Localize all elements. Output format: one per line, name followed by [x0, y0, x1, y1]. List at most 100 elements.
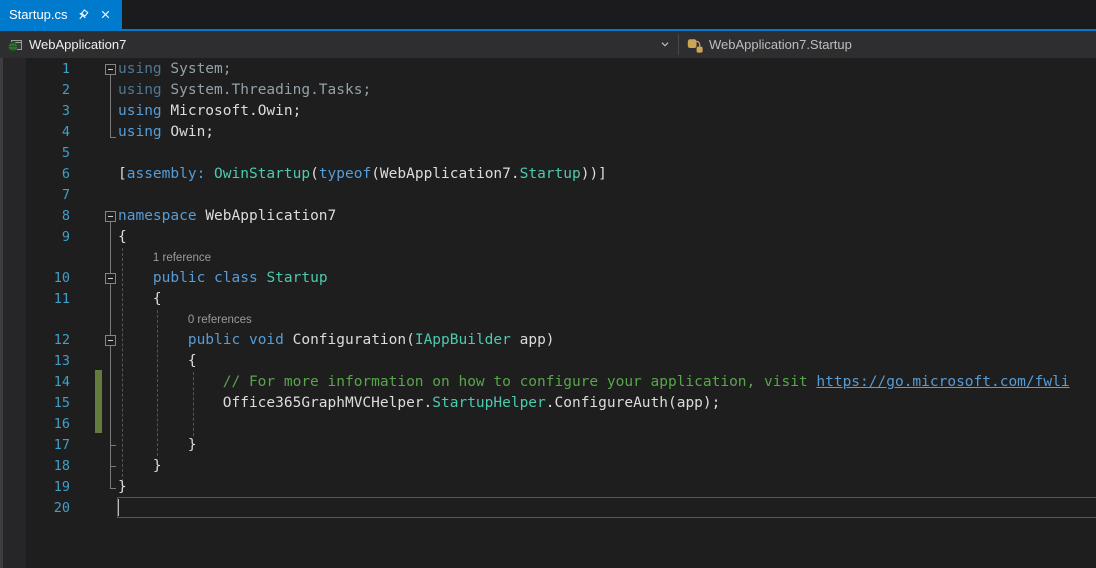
code-token: // For more information on how to config…: [118, 374, 816, 390]
line-number: 7: [0, 185, 70, 206]
code-token: public: [153, 270, 205, 286]
code-token: public: [188, 332, 240, 348]
code-editor[interactable]: 1 using System; 2 using System.Threading.Ta…: [0, 58, 1096, 568]
code-token: System;: [170, 61, 231, 77]
code-line[interactable]: 19}: [0, 477, 1096, 498]
code-token: {: [118, 291, 162, 307]
code-text[interactable]: }: [118, 477, 127, 498]
code-text[interactable]: using System.Threading.Tasks;: [118, 80, 371, 101]
line-number: 16: [0, 414, 70, 435]
line-number: 10: [0, 268, 70, 289]
code-token: {: [118, 229, 127, 245]
code-line[interactable]: 9{: [0, 227, 1096, 248]
code-text[interactable]: Office365GraphMVCHelper.StartupHelper.Co…: [118, 393, 720, 414]
code-token: Office365GraphMVCHelper.: [118, 395, 432, 411]
code-token: [205, 270, 214, 286]
line-number: 14: [0, 372, 70, 393]
code-token: using: [118, 103, 170, 119]
code-token: ))]: [581, 166, 607, 182]
code-text[interactable]: {: [118, 289, 162, 310]
pin-icon[interactable]: [75, 7, 91, 23]
code-text[interactable]: }: [118, 456, 162, 477]
code-token: [118, 332, 188, 348]
line-number: 1: [0, 59, 70, 80]
code-line[interactable]: 1 using System;: [0, 59, 1096, 80]
line-number: 9: [0, 227, 70, 248]
line-number: 2: [0, 80, 70, 101]
line-number: 19: [0, 477, 70, 498]
code-token: app): [511, 332, 555, 348]
codelens-references[interactable]: 0 references: [188, 310, 252, 330]
line-number: 20: [0, 498, 70, 519]
close-icon[interactable]: [98, 7, 114, 23]
line-number: 5: [0, 143, 70, 164]
code-token: (WebApplication7.: [371, 166, 519, 182]
line-number: 12: [0, 330, 70, 351]
code-text[interactable]: using System;: [118, 59, 232, 80]
code-token: StartupHelper: [432, 395, 546, 411]
code-line[interactable]: 20: [0, 498, 1096, 519]
code-token: {: [118, 353, 197, 369]
code-line[interactable]: 10 public class Startup: [0, 268, 1096, 289]
line-number: 11: [0, 289, 70, 310]
comment-hyperlink[interactable]: https://go.microsoft.com/fwli: [816, 374, 1069, 390]
code-token: Startup: [266, 270, 327, 286]
line-number: 15: [0, 393, 70, 414]
code-line[interactable]: 2 using System.Threading.Tasks;: [0, 80, 1096, 101]
chevron-down-icon[interactable]: [658, 37, 672, 51]
code-text[interactable]: [assembly: OwinStartup(typeof(WebApplica…: [118, 164, 607, 185]
code-token: namespace: [118, 208, 205, 224]
code-token: Configuration(: [284, 332, 415, 348]
code-line[interactable]: 4using Owin;: [0, 122, 1096, 143]
tab-title: Startup.cs: [9, 0, 68, 29]
code-text[interactable]: public void Configuration(IAppBuilder ap…: [118, 330, 555, 351]
line-number: 17: [0, 435, 70, 456]
code-line[interactable]: 5: [0, 143, 1096, 164]
code-token: [: [118, 166, 127, 182]
web-project-icon: [7, 37, 23, 53]
line-number: 13: [0, 351, 70, 372]
code-token: [240, 332, 249, 348]
code-text[interactable]: }: [118, 435, 197, 456]
code-text[interactable]: public class Startup: [118, 268, 328, 289]
codelens-references[interactable]: 1 reference: [153, 248, 211, 268]
code-token: using: [118, 82, 170, 98]
code-text[interactable]: // For more information on how to config…: [118, 372, 1070, 393]
code-line[interactable]: 12 public void Configuration(IAppBuilder…: [0, 330, 1096, 351]
code-token: WebApplication7: [205, 208, 336, 224]
code-token: }: [118, 437, 197, 453]
code-token: using: [118, 61, 170, 77]
member-dropdown[interactable]: WebApplication7.Startup: [679, 31, 1096, 58]
code-text[interactable]: using Microsoft.Owin;: [118, 101, 301, 122]
tab-startup-cs[interactable]: Startup.cs: [0, 0, 122, 29]
code-line[interactable]: 16: [0, 414, 1096, 435]
code-token: (: [310, 166, 319, 182]
code-line[interactable]: 6[assembly: OwinStartup(typeof(WebApplic…: [0, 164, 1096, 185]
code-line[interactable]: 14 // For more information on how to con…: [0, 372, 1096, 393]
code-token: void: [249, 332, 284, 348]
code-token: OwinStartup: [214, 166, 310, 182]
code-line[interactable]: 7: [0, 185, 1096, 206]
code-line[interactable]: 8 namespace WebApplication7: [0, 206, 1096, 227]
class-icon: [687, 37, 703, 53]
code-text[interactable]: {: [118, 227, 127, 248]
code-token: typeof: [319, 166, 371, 182]
code-token: [205, 166, 214, 182]
code-token: Microsoft.Owin;: [170, 103, 301, 119]
code-line[interactable]: 18 }: [0, 456, 1096, 477]
code-text[interactable]: {: [118, 351, 197, 372]
code-line[interactable]: 11 {: [0, 289, 1096, 310]
line-number: 18: [0, 456, 70, 477]
code-line[interactable]: 15 Office365GraphMVCHelper.StartupHelper…: [0, 393, 1096, 414]
line-number: 8: [0, 206, 70, 227]
code-text[interactable]: namespace WebApplication7: [118, 206, 336, 227]
code-line[interactable]: 13 {: [0, 351, 1096, 372]
navigation-bar: WebApplication7 WebApplication7.Startup: [0, 31, 1096, 58]
code-line[interactable]: 17 }: [0, 435, 1096, 456]
line-number: 3: [0, 101, 70, 122]
code-token: Owin;: [170, 124, 214, 140]
tab-bar: Startup.cs: [0, 0, 1096, 29]
code-line[interactable]: 3 using Microsoft.Owin;: [0, 101, 1096, 122]
project-dropdown[interactable]: WebApplication7: [0, 31, 678, 58]
code-text[interactable]: using Owin;: [118, 122, 214, 143]
